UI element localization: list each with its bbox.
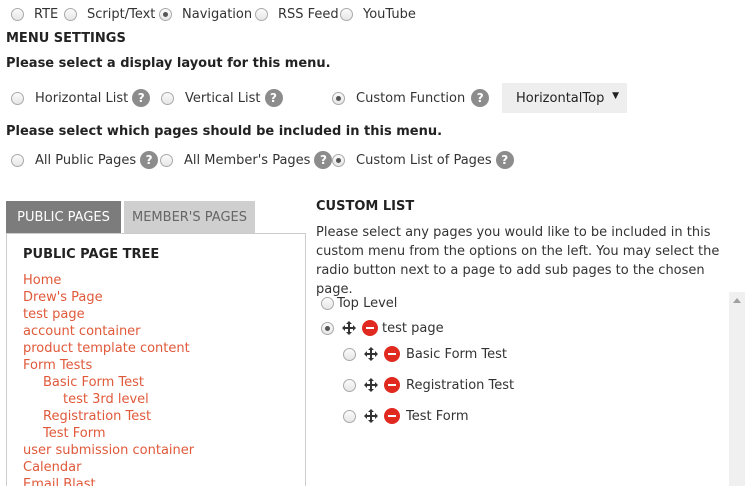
layout-label: Horizontal List (35, 90, 129, 106)
custom-list-scrollbar[interactable] (729, 292, 745, 486)
content-type-navigation[interactable]: Navigation (159, 7, 252, 22)
custom-function-select[interactable]: HorizontalTop ▼ (502, 83, 627, 113)
radio-root-item[interactable] (321, 321, 334, 335)
radio-custom-function[interactable] (332, 91, 345, 105)
custom-item-label: test page (382, 320, 444, 336)
help-icon[interactable]: ? (495, 151, 514, 169)
move-icon[interactable] (364, 378, 378, 392)
tree-link-test-3rd-level[interactable]: test 3rd level (63, 392, 149, 407)
scope-label: All Public Pages (35, 152, 137, 168)
help-icon[interactable]: ? (314, 151, 333, 169)
radio-youtube[interactable] (340, 8, 353, 21)
content-type-label: RTE (34, 7, 59, 22)
layout-label: Vertical List (185, 90, 261, 106)
tree-link-email-blast[interactable]: Email Blast (23, 477, 96, 486)
page-tree-panel: PUBLIC PAGE TREE Home Drew's Page test p… (6, 233, 306, 486)
help-icon[interactable]: ? (140, 151, 159, 169)
layout-custom-function[interactable]: Custom Function ? (332, 89, 490, 107)
layout-label: Custom Function (356, 90, 466, 106)
custom-list-panel: Top Level test page Basic Form Test Regi… (312, 290, 745, 486)
radio-child-item[interactable] (343, 378, 356, 392)
tree-link-home[interactable]: Home (23, 273, 61, 288)
page-tree-title: PUBLIC PAGE TREE (23, 247, 160, 262)
custom-list-title: CUSTOM LIST (316, 199, 415, 214)
scope-label: Custom List of Pages (356, 152, 492, 168)
radio-all-members[interactable] (160, 153, 173, 167)
radio-navigation[interactable] (159, 8, 172, 21)
layout-vertical-list[interactable]: Vertical List ? (161, 89, 283, 107)
tree-link-user-submission[interactable]: user submission container (23, 443, 194, 458)
tree-link-form-tests[interactable]: Form Tests (23, 358, 92, 373)
move-icon[interactable] (364, 409, 378, 423)
content-type-label: YouTube (363, 7, 416, 22)
move-icon[interactable] (364, 347, 378, 361)
help-icon[interactable]: ? (132, 89, 151, 107)
layout-horizontal-list[interactable]: Horizontal List ? (11, 89, 151, 107)
help-icon[interactable]: ? (264, 89, 283, 107)
radio-custom-list[interactable] (332, 153, 345, 167)
pages-prompt: Please select which pages should be incl… (6, 124, 443, 139)
remove-icon[interactable] (384, 346, 400, 362)
content-type-label: RSS Feed (278, 7, 339, 22)
scroll-up-icon[interactable] (733, 298, 741, 303)
radio-rss[interactable] (255, 8, 268, 21)
content-type-rte[interactable]: RTE (11, 7, 58, 22)
scope-label: All Member's Pages (184, 152, 311, 168)
tree-link-drews-page[interactable]: Drew's Page (23, 290, 103, 305)
custom-item-label: Basic Form Test (406, 346, 508, 362)
content-type-youtube[interactable]: YouTube (340, 7, 416, 22)
radio-child-item[interactable] (343, 409, 356, 423)
tree-link-account-container[interactable]: account container (23, 324, 141, 339)
help-icon[interactable]: ? (471, 89, 490, 107)
tab-members-pages[interactable]: MEMBER'S PAGES (124, 201, 255, 233)
top-level-option[interactable]: Top Level (321, 296, 397, 311)
tree-link-test-page[interactable]: test page (23, 307, 85, 322)
custom-item-label: Registration Test (406, 377, 515, 393)
remove-icon[interactable] (384, 377, 400, 393)
tab-public-pages[interactable]: PUBLIC PAGES (6, 201, 121, 233)
radio-horizontal-list[interactable] (11, 91, 24, 105)
radio-rte[interactable] (11, 8, 24, 21)
content-type-rss[interactable]: RSS Feed (255, 7, 339, 22)
radio-child-item[interactable] (343, 347, 356, 361)
custom-list-description: Please select any pages you would like t… (316, 225, 720, 297)
scope-custom-list[interactable]: Custom List of Pages ? (332, 151, 514, 169)
content-type-label: Navigation (182, 7, 253, 22)
remove-icon[interactable] (362, 320, 378, 336)
custom-item-child[interactable]: Test Form (343, 408, 468, 424)
custom-item-root[interactable]: test page (321, 320, 444, 336)
chevron-down-icon: ▼ (612, 91, 619, 101)
radio-top-level[interactable] (321, 297, 334, 310)
content-type-label: Script/Text (87, 7, 156, 22)
radio-all-public[interactable] (11, 153, 24, 167)
custom-item-child[interactable]: Registration Test (343, 377, 514, 393)
scope-all-members[interactable]: All Member's Pages ? (160, 151, 333, 169)
move-icon[interactable] (342, 321, 356, 335)
tree-link-calendar[interactable]: Calendar (23, 460, 81, 475)
tree-link-test-form[interactable]: Test Form (43, 426, 105, 441)
select-value: HorizontalTop (516, 90, 605, 106)
tree-link-registration-test[interactable]: Registration Test (43, 409, 151, 424)
radio-script[interactable] (64, 8, 77, 21)
tree-link-product-template[interactable]: product template content (23, 341, 190, 356)
radio-vertical-list[interactable] (161, 91, 174, 105)
layout-prompt: Please select a display layout for this … (6, 56, 331, 71)
top-level-label: Top Level (337, 296, 398, 311)
custom-item-label: Test Form (406, 408, 469, 424)
custom-item-child[interactable]: Basic Form Test (343, 346, 507, 362)
menu-settings-title: MENU SETTINGS (6, 31, 126, 46)
scope-all-public[interactable]: All Public Pages ? (11, 151, 159, 169)
tree-link-basic-form-test[interactable]: Basic Form Test (43, 375, 144, 390)
content-type-script[interactable]: Script/Text (64, 7, 155, 22)
remove-icon[interactable] (384, 408, 400, 424)
